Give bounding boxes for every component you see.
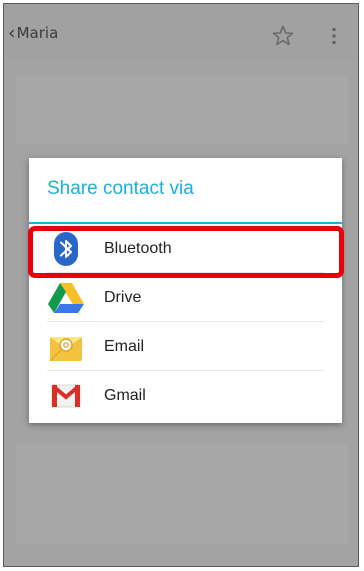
- email-icon: [47, 329, 85, 365]
- action-bar: ‹ Maria: [4, 4, 358, 60]
- share-option-label: Gmail: [104, 387, 146, 404]
- share-option-bluetooth[interactable]: Bluetooth: [29, 224, 342, 273]
- contact-title: Maria: [16, 24, 59, 42]
- background-content-block: [16, 76, 348, 144]
- share-option-gmail[interactable]: Gmail: [29, 371, 342, 420]
- share-option-email[interactable]: Email: [29, 322, 342, 371]
- bluetooth-icon: [47, 231, 85, 267]
- overflow-menu-button[interactable]: [327, 24, 341, 48]
- dialog-title: Share contact via: [47, 178, 194, 199]
- share-option-drive[interactable]: Drive: [29, 273, 342, 322]
- share-option-label: Bluetooth: [104, 240, 172, 257]
- star-outline-icon: [272, 25, 294, 46]
- share-option-label: Drive: [104, 289, 142, 306]
- back-button[interactable]: ‹ Maria: [8, 18, 58, 48]
- favorite-star-button[interactable]: [271, 24, 295, 48]
- drive-icon: [47, 280, 85, 316]
- overflow-menu-icon: [332, 28, 336, 44]
- share-dialog: Share contact via Bluetooth Drive Email …: [29, 158, 342, 423]
- chevron-left-icon: ‹: [8, 21, 16, 44]
- share-app-list: Bluetooth Drive Email Gmail: [29, 224, 342, 420]
- share-option-label: Email: [104, 338, 145, 355]
- gmail-icon: [47, 378, 85, 414]
- background-content-block: [16, 444, 348, 544]
